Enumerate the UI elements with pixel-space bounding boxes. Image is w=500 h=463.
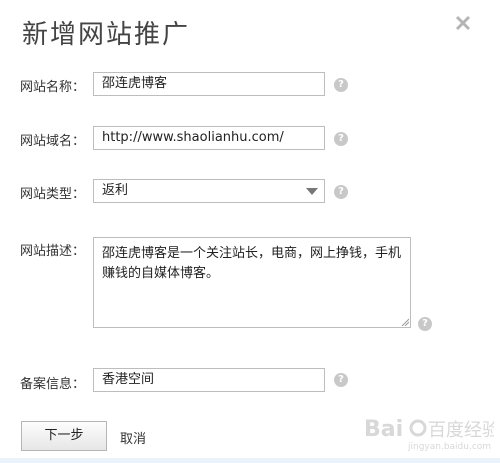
icp-info-input[interactable]: 香港空间 <box>93 368 325 392</box>
svg-text:jingyan.baidu.com: jingyan.baidu.com <box>407 442 491 452</box>
cancel-link[interactable]: 取消 <box>120 428 146 447</box>
question-icon[interactable]: ? <box>334 185 348 199</box>
question-icon[interactable]: ? <box>334 132 348 146</box>
resize-handle-icon[interactable] <box>401 318 409 326</box>
add-site-promotion-dialog: 新增网站推广 网站名称： 邵连虎博客 ? 网站域名： http://www.sh… <box>0 0 500 463</box>
site-name-input[interactable]: 邵连虎博客 <box>93 72 325 96</box>
site-type-select[interactable]: 返利 <box>93 179 325 203</box>
site-name-label: 网站名称： <box>20 80 86 95</box>
icp-info-label: 备案信息： <box>20 377 86 392</box>
close-icon[interactable] <box>452 12 474 34</box>
question-icon[interactable]: ? <box>334 373 348 387</box>
site-type-label: 网站类型： <box>20 187 86 202</box>
site-domain-label: 网站域名： <box>20 134 86 149</box>
dropdown-arrow-icon <box>306 188 318 195</box>
svg-text:Bai: Bai <box>364 417 403 442</box>
next-step-button[interactable]: 下一步 <box>21 421 107 451</box>
site-type-selected: 返利 <box>102 183 129 198</box>
question-icon[interactable]: ? <box>334 78 348 92</box>
site-desc-textarea[interactable]: 邵连虎博客是一个关注站长，电商，网上挣钱，手机赚钱的自媒体博客。 <box>93 237 411 328</box>
site-desc-text: 邵连虎博客是一个关注站长，电商，网上挣钱，手机赚钱的自媒体博客。 <box>102 246 402 281</box>
bottom-border <box>0 458 500 463</box>
baidu-jingyan-watermark: Bai 百度经验 jingyan.baidu.com <box>364 417 494 452</box>
site-desc-label: 网站描述： <box>20 244 86 259</box>
dialog-title: 新增网站推广 <box>22 20 191 50</box>
question-icon[interactable]: ? <box>418 317 432 331</box>
site-domain-input[interactable]: http://www.shaolianhu.com/ <box>93 126 325 150</box>
svg-text:百度经验: 百度经验 <box>428 420 494 441</box>
